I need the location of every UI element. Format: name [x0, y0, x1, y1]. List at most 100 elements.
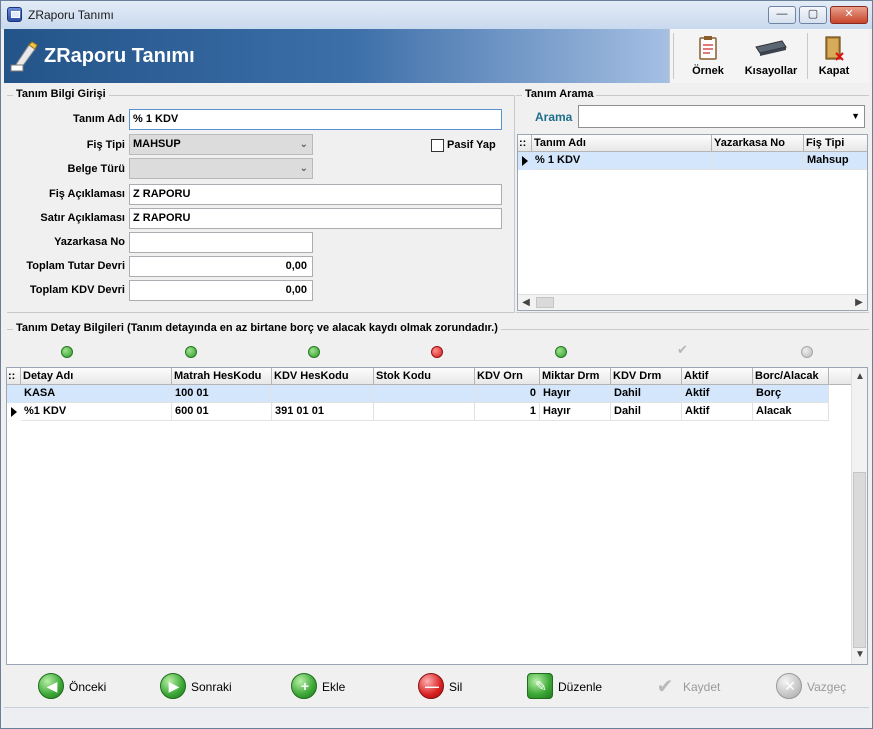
cell-tanim-adi[interactable]: % 1 KDV — [532, 152, 712, 170]
onceki-button[interactable]: ◀ Önceki — [38, 673, 118, 701]
tanim-adi-input[interactable]: % 1 KDV — [129, 109, 502, 130]
cell-stok-kodu[interactable] — [374, 385, 475, 403]
pasif-yap-label: Pasif Yap — [447, 139, 496, 151]
maximize-button[interactable]: ▢ — [799, 6, 827, 24]
cell-kdv-heskodu[interactable] — [272, 385, 374, 403]
window: ZRaporu Tanımı — ▢ ✕ ZRaporu Tanımı Örne… — [0, 0, 873, 729]
column-kdv-heskodu[interactable]: KDV HesKodu — [272, 368, 374, 385]
title-bar: ZRaporu Tanımı — ▢ ✕ — [1, 1, 872, 29]
vazgec-label: Vazgeç — [807, 680, 847, 694]
chevron-down-icon: ⌄ — [299, 139, 308, 150]
grid-header: :: Tanım Adı Yazarkasa No Fiş Tipi — [518, 135, 867, 152]
window-title: ZRaporu Tanımı — [28, 8, 114, 22]
cell-aktif[interactable]: Aktif — [682, 385, 753, 403]
tanim-arama-grid: :: Tanım Adı Yazarkasa No Fiş Tipi % 1 K… — [517, 134, 868, 311]
kapat-button[interactable]: Kapat — [811, 31, 857, 81]
sil-label: Sil — [449, 680, 463, 694]
column-miktar-drm[interactable]: Miktar Drm — [540, 368, 611, 385]
ornek-label: Örnek — [692, 65, 724, 77]
column-fis-tipi[interactable]: Fiş Tipi — [804, 135, 867, 152]
table-row[interactable]: KASA 100 01 0 Hayır Dahil Aktif Borç — [7, 385, 829, 403]
pasif-yap-checkbox[interactable] — [431, 139, 444, 152]
table-row[interactable]: % 1 KDV Mahsup — [518, 152, 867, 170]
column-kdv-orn[interactable]: KDV Orn — [475, 368, 540, 385]
fis-tipi-select[interactable]: MAHSUP ⌄ — [129, 134, 313, 155]
save-small-icon[interactable]: ✔ — [677, 342, 688, 358]
cell-kdv-drm[interactable]: Dahil — [611, 403, 682, 421]
fis-aciklamasi-input[interactable]: Z RAPORU — [129, 184, 502, 205]
cell-borc-alacak[interactable]: Borç — [753, 385, 829, 403]
toplam-tutar-devri-input[interactable]: 0,00 — [129, 256, 313, 277]
page-title: ZRaporu Tanımı — [44, 45, 195, 67]
sil-button[interactable]: — Sil — [418, 673, 468, 701]
prev-small-icon[interactable] — [61, 346, 73, 358]
grid-corner: :: — [7, 368, 21, 385]
kisayollar-button[interactable]: Kısayollar — [740, 31, 802, 81]
scroll-left-icon[interactable]: ◀ — [518, 297, 534, 308]
duzenle-button[interactable]: ✎ Düzenle — [527, 673, 607, 701]
chevron-down-icon: ⌄ — [299, 163, 308, 174]
table-row[interactable]: %1 KDV 600 01 391 01 01 1 Hayır Dahil Ak… — [7, 403, 829, 421]
status-bar — [4, 707, 869, 727]
kaydet-button[interactable]: ✔ Kaydet — [652, 673, 732, 701]
column-borc-alacak[interactable]: Borc/Alacak — [753, 368, 829, 385]
scroll-thumb[interactable] — [853, 472, 866, 648]
scroll-right-icon[interactable]: ▶ — [851, 297, 867, 308]
cell-borc-alacak[interactable]: Alacak — [753, 403, 829, 421]
edit-small-icon[interactable] — [555, 346, 567, 358]
column-detay-adi[interactable]: Detay Adı — [21, 368, 172, 385]
minus-icon: — — [418, 673, 444, 699]
column-tanim-adi[interactable]: Tanım Adı — [532, 135, 712, 152]
ekle-label: Ekle — [322, 680, 346, 694]
add-small-icon[interactable] — [308, 346, 320, 358]
sonraki-button[interactable]: ▶ Sonraki — [160, 673, 240, 701]
column-yazarkasa-no[interactable]: Yazarkasa No — [712, 135, 804, 152]
arama-label: Arama — [535, 110, 573, 124]
app-icon — [7, 7, 22, 22]
yazarkasa-no-input[interactable] — [129, 232, 313, 253]
cell-kdv-drm[interactable]: Dahil — [611, 385, 682, 403]
arama-select[interactable]: ▼ — [578, 105, 865, 128]
cell-detay-adi[interactable]: KASA — [21, 385, 172, 403]
column-aktif[interactable]: Aktif — [682, 368, 753, 385]
cell-stok-kodu[interactable] — [374, 403, 475, 421]
scroll-up-icon[interactable]: ▲ — [852, 371, 867, 382]
row-indicator-icon — [11, 407, 17, 417]
scroll-down-icon[interactable]: ▼ — [852, 649, 867, 660]
toplam-kdv-devri-label: Toplam KDV Devri — [29, 284, 125, 296]
satir-aciklamasi-input[interactable]: Z RAPORU — [129, 208, 502, 229]
cell-kdv-heskodu[interactable]: 391 01 01 — [272, 403, 374, 421]
close-button[interactable]: ✕ — [830, 6, 868, 24]
scroll-thumb[interactable] — [536, 297, 554, 308]
cell-kdv-orn[interactable]: 1 — [475, 403, 540, 421]
fis-tipi-label: Fiş Tipi — [86, 139, 125, 151]
cancel-icon: ✕ — [776, 673, 802, 699]
column-stok-kodu[interactable]: Stok Kodu — [374, 368, 475, 385]
cell-miktar-drm[interactable]: Hayır — [540, 385, 611, 403]
cell-fis-tipi[interactable]: Mahsup — [804, 152, 867, 170]
column-matrah-heskodu[interactable]: Matrah HesKodu — [172, 368, 272, 385]
cell-matrah-heskodu[interactable]: 600 01 — [172, 403, 272, 421]
kapat-label: Kapat — [818, 65, 850, 77]
kisayollar-label: Kısayollar — [744, 65, 798, 77]
delete-small-icon[interactable] — [431, 346, 443, 358]
belge-turu-select[interactable]: ⌄ — [129, 158, 313, 179]
cell-detay-adi[interactable]: %1 KDV — [21, 403, 172, 421]
horizontal-scrollbar[interactable]: ◀ ▶ — [518, 294, 867, 310]
ekle-button[interactable]: + Ekle — [291, 673, 351, 701]
header-banner: ZRaporu Tanımı Örnek Kısayollar Kapat — [4, 29, 869, 83]
toplam-kdv-devri-input[interactable]: 0,00 — [129, 280, 313, 301]
next-small-icon[interactable] — [185, 346, 197, 358]
vazgec-button[interactable]: ✕ Vazgeç — [776, 673, 856, 701]
ornek-button[interactable]: Örnek — [682, 31, 734, 81]
cell-matrah-heskodu[interactable]: 100 01 — [172, 385, 272, 403]
cell-yazarkasa-no[interactable] — [712, 152, 804, 170]
cell-kdv-orn[interactable]: 0 — [475, 385, 540, 403]
cell-miktar-drm[interactable]: Hayır — [540, 403, 611, 421]
vertical-scrollbar[interactable]: ▲ ▼ — [851, 368, 867, 664]
minimize-button[interactable]: — — [768, 6, 796, 24]
cancel-small-icon[interactable] — [801, 346, 813, 358]
cell-aktif[interactable]: Aktif — [682, 403, 753, 421]
chevron-down-icon: ▼ — [851, 111, 860, 121]
column-kdv-drm[interactable]: KDV Drm — [611, 368, 682, 385]
